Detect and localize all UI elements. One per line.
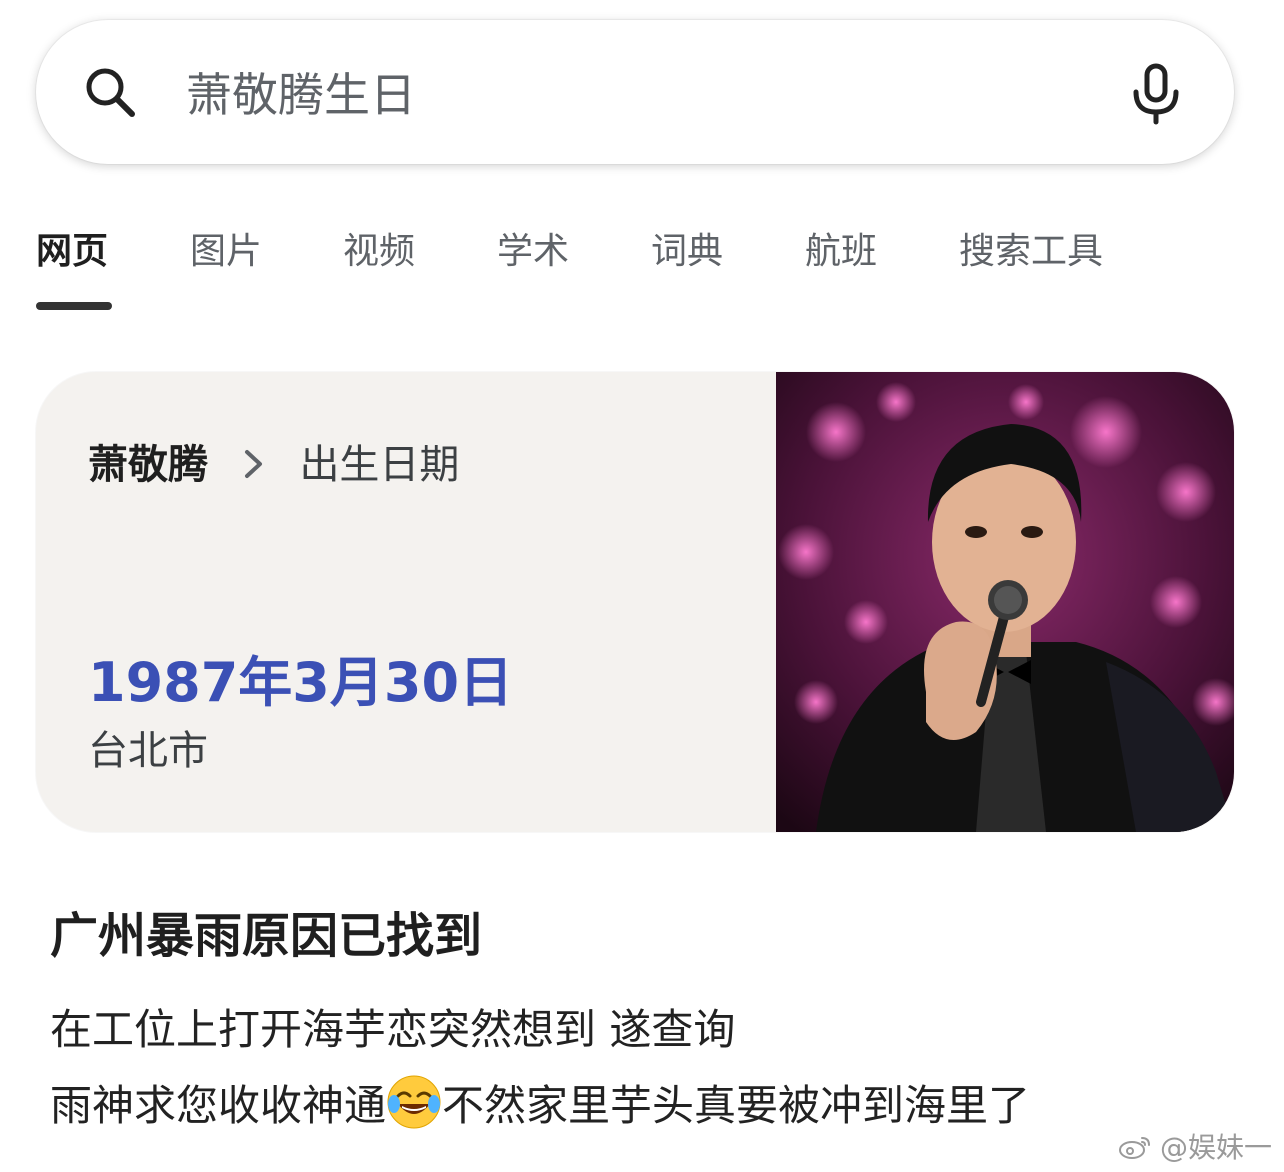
active-tab-indicator [36, 302, 112, 310]
face-with-tears-of-joy-emoji [387, 1075, 441, 1129]
birth-place: 台北市 [88, 728, 208, 774]
watermark-text: @娱妹一 [1159, 1131, 1272, 1164]
tab-web[interactable]: 网页 [36, 222, 108, 274]
search-bar[interactable] [36, 20, 1234, 164]
singer-photo[interactable] [776, 372, 1234, 832]
search-icon[interactable] [80, 62, 140, 122]
tab-images[interactable]: 图片 [190, 222, 262, 274]
tab-videos[interactable]: 视频 [343, 222, 415, 274]
tab-academic[interactable]: 学术 [497, 222, 569, 274]
mic-icon[interactable] [1126, 62, 1186, 126]
weibo-icon [1118, 1137, 1150, 1159]
tab-search-tools[interactable]: 搜索工具 [959, 222, 1103, 274]
search-input[interactable] [186, 56, 1086, 128]
tab-dictionary[interactable]: 词典 [651, 222, 723, 274]
post-line-2-end: 不然家里芋头真要被冲到海里了 [442, 1081, 1031, 1130]
knowledge-card[interactable]: 萧敬腾 出生日期 1987年3月30日 台北市 [36, 372, 1234, 832]
birth-date: 1987年3月30日 [88, 651, 514, 714]
post-line-2-start: 雨神求您收收神通 [50, 1081, 387, 1130]
chevron-right-icon [243, 442, 265, 488]
search-tabs: 网页 图片 视频 学术 词典 航班 搜索工具 [0, 210, 1284, 320]
attribute-name: 出生日期 [299, 442, 460, 488]
entity-name[interactable]: 萧敬腾 [88, 442, 208, 488]
post-line-2: 雨神求您收收神通 不然家里芋头真要被冲到海里了 [50, 1072, 1030, 1133]
tab-flights[interactable]: 航班 [805, 222, 877, 274]
watermark: @娱妹一 [1118, 1126, 1272, 1166]
post-title: 广州暴雨原因已找到 [50, 908, 483, 964]
breadcrumb: 萧敬腾 出生日期 [88, 432, 459, 490]
post-line-1: 在工位上打开海芋恋突然想到 遂查询 [50, 1005, 736, 1054]
